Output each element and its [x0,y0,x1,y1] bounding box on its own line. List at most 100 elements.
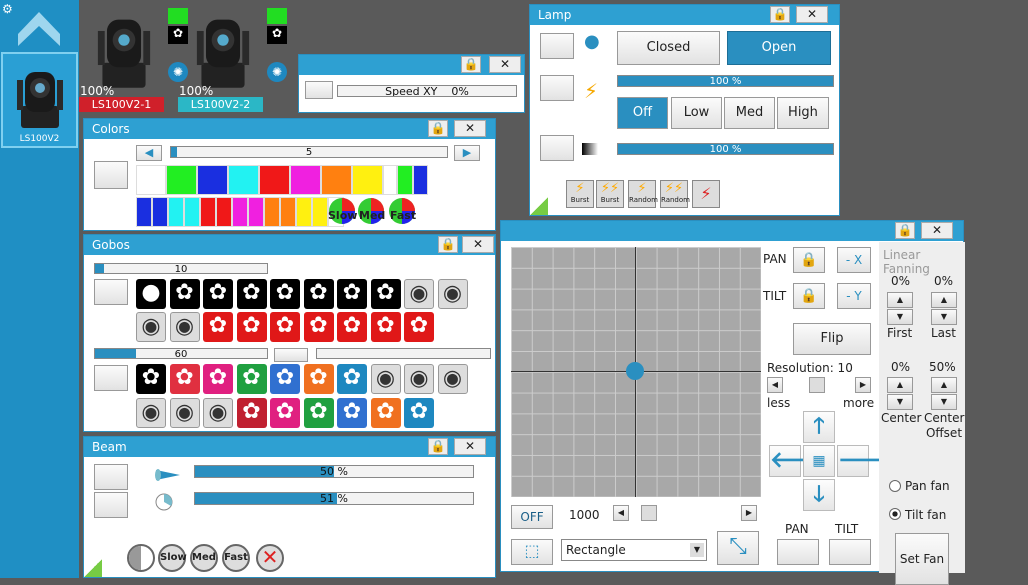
gobo-slot-icon[interactable]: ✿ [404,398,434,428]
color-swatch[interactable] [200,197,216,227]
gobo-slot-icon[interactable]: ◉ [169,398,200,428]
center-grid-icon[interactable]: ▦ [803,445,835,477]
gear-icon[interactable]: ⚙ [2,2,13,16]
first-decrease-button[interactable]: ▼ [887,309,913,325]
gobo-slot-icon[interactable]: ✿ [203,279,233,309]
gobo-slot-icon[interactable]: ✿ [370,312,401,342]
gobo-slot-icon[interactable]: ✿ [169,279,200,309]
lamp-low-button[interactable]: Low [671,97,722,129]
invert-x-button[interactable]: - X [837,247,871,273]
arrow-left-icon[interactable]: 🡐 [769,445,829,477]
gobo-slot-icon[interactable]: ◉ [136,398,166,428]
gobo-wheel1-slider[interactable]: 10 [94,263,268,274]
color-swatch[interactable] [197,165,228,195]
position-marker[interactable] [626,362,644,380]
gobo-slot-icon[interactable]: ● [136,279,166,309]
speed-slider-thumb[interactable] [641,505,657,521]
gobo-slot-icon[interactable]: ✿ [303,312,334,342]
beam-iris-icon[interactable] [127,544,155,572]
strobe-reset-button[interactable] [540,75,574,101]
shutter-closed-button[interactable]: Closed [617,31,720,65]
gobo-slot-icon[interactable]: ◉ [169,312,200,342]
shape-preview-icon[interactable]: ⬚ [511,539,553,565]
close-button[interactable]: ✕ [462,236,494,253]
offset-decrease-button[interactable]: ▼ [931,394,957,410]
gobo-slot-icon[interactable]: ✿ [236,398,267,428]
gobo-slot-icon[interactable]: ✿ [337,364,367,394]
gobo-rotation-slider[interactable] [316,348,491,359]
lock-icon[interactable]: 🔒 [428,438,448,455]
speed-reset-button[interactable] [305,81,333,99]
color-slider[interactable]: 5 [170,146,448,158]
resolution-slider-thumb[interactable] [809,377,825,393]
dimmer-slider[interactable]: 100 % [617,143,834,155]
color-swatch[interactable] [290,165,321,195]
beam-macro-stop-icon[interactable]: ✕ [256,544,284,572]
color-swatch[interactable] [264,197,280,227]
color-swatch[interactable] [383,165,397,195]
color-swatch[interactable] [152,197,168,227]
arrow-down-icon[interactable]: 🡓 [803,479,835,511]
lamp-high-button[interactable]: High [777,97,829,129]
lamp-off-button[interactable]: Off [617,97,668,129]
gobo-slot-icon[interactable]: ◉ [437,364,468,394]
shape-direction-icon[interactable]: ⤡ [717,531,759,565]
speed-slider[interactable]: Speed XY 0% [337,85,517,97]
gobo-slot-icon[interactable]: ✿ [370,279,401,309]
color-swatch[interactable] [228,165,259,195]
gobo-slot-icon[interactable]: ✿ [337,279,367,309]
gobo-slot-icon[interactable]: ◉ [404,364,434,394]
resolution-more-button[interactable]: ▶ [855,377,871,393]
effect-random-2[interactable]: ⚡⚡ Random [660,180,690,208]
resize-grip-icon[interactable] [84,559,102,577]
color-swatch[interactable] [216,197,232,227]
gobo-slot-icon[interactable]: ◉ [437,279,468,309]
resize-grip-icon[interactable] [530,197,548,215]
last-decrease-button[interactable]: ▼ [931,309,957,325]
shape-select[interactable]: Rectangle ▼ [561,539,707,561]
close-button[interactable]: ✕ [454,120,486,137]
color-prev-button[interactable]: ◀ [136,145,162,161]
gobo-slot-icon[interactable]: ◉ [370,364,401,394]
close-button[interactable]: ✕ [489,56,521,73]
gobo-slot-icon[interactable]: ◉ [404,279,434,309]
gobo-slot-icon[interactable]: ✿ [270,279,300,309]
gobo-slot-icon[interactable]: ✿ [169,364,200,394]
lock-icon[interactable]: 🔒 [770,6,790,23]
set-fan-button[interactable]: Set Fan [895,533,949,585]
gobo-slot-icon[interactable]: ✿ [270,398,300,428]
resolution-less-button[interactable]: ◀ [767,377,783,393]
color-next-button[interactable]: ▶ [454,145,480,161]
lock-icon[interactable]: 🔒 [438,236,458,253]
speed-increase-button[interactable]: ▶ [741,505,757,521]
shutter-open-button[interactable]: Open [727,31,831,65]
center-increase-button[interactable]: ▲ [887,377,913,393]
color-reset-button[interactable] [94,161,128,189]
color-macro-slow[interactable]: Slow [328,197,357,228]
color-swatch[interactable] [259,165,290,195]
effect-burst-2[interactable]: ⚡⚡ Burst [596,180,624,208]
gobo-slot-icon[interactable]: ✿ [270,312,300,342]
beam-macro-fast[interactable]: Fast [222,544,250,572]
gobo-slot-icon[interactable]: ◉ [136,312,166,342]
gobo-slot-icon[interactable]: ✿ [203,312,233,342]
chevron-up-icon[interactable] [16,10,62,48]
gobo-slot-icon[interactable]: ✿ [303,364,334,394]
tilt-fan-radio[interactable] [889,508,901,520]
gobo-slot-icon[interactable]: ✿ [303,398,334,428]
gobo-wheel2-reset-button[interactable] [94,365,128,391]
color-swatch[interactable] [166,165,197,195]
gobo-slot-icon[interactable]: ✿ [404,312,434,342]
color-swatch[interactable] [168,197,184,227]
lock-icon[interactable]: 🔒 [895,222,915,239]
color-swatch[interactable] [397,165,413,195]
lamp-med-button[interactable]: Med [724,97,775,129]
pan-tilt-grid[interactable] [511,247,761,497]
color-swatch[interactable] [413,165,428,195]
pan-fan-radio[interactable] [889,480,901,492]
focus-reset-button[interactable] [94,492,128,518]
dimmer-reset-button[interactable] [540,135,574,161]
zoom-reset-button[interactable] [94,464,128,490]
beam-macro-slow[interactable]: Slow [158,544,187,572]
gobo-slot-icon[interactable]: ✿ [303,279,334,309]
